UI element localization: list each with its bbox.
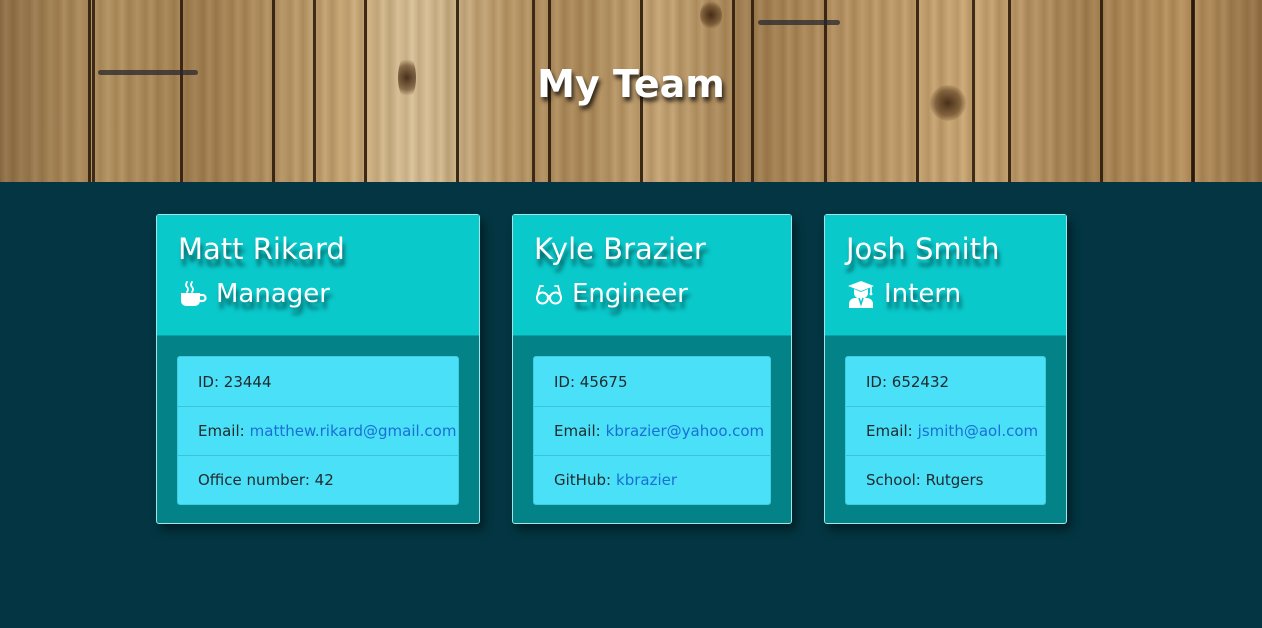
email-label: Email: [198,422,245,440]
card-body: ID: 652432 Email: jsmith@aol.com School:… [825,336,1066,525]
info-list: ID: 652432 Email: jsmith@aol.com School:… [845,356,1046,505]
employee-role-label: Manager [216,279,330,309]
info-list: ID: 23444 Email: matthew.rikard@gmail.co… [177,356,459,505]
email-link[interactable]: kbrazier@yahoo.com [606,422,764,440]
employee-role: Intern [846,278,1066,310]
employee-card-manager: Matt Rikard Manager ID: 23444 Email: mat… [156,214,480,524]
employee-role-label: Engineer [572,279,688,309]
github-row: GitHub: kbrazier [534,455,770,504]
card-header: Matt Rikard Manager [157,215,479,336]
employee-name: Kyle Brazier [534,232,706,266]
employee-id: ID: 45675 [554,372,628,391]
coffee-cup-icon [178,279,208,309]
employee-role: Manager [178,278,479,310]
employee-id: ID: 652432 [866,372,950,391]
github-label: GitHub: [554,471,612,489]
github-link[interactable]: kbrazier [616,471,677,489]
employee-card-intern: Josh Smith Intern ID: 652432 Email: jsmi… [824,214,1067,524]
info-list: ID: 45675 Email: kbrazier@yahoo.com GitH… [533,356,771,505]
employee-name: Josh Smith [846,232,1000,266]
school: School: Rutgers [846,455,1045,504]
employee-id: ID: 23444 [198,372,272,391]
header-banner: My Team [0,0,1262,182]
page-title: My Team [537,62,725,106]
wood-mark [758,20,840,25]
employee-card-engineer: Kyle Brazier Engineer ID: 45675 Email: k… [512,214,792,524]
graduate-icon [846,279,876,309]
card-body: ID: 45675 Email: kbrazier@yahoo.com GitH… [513,336,791,525]
email-label: Email: [554,422,601,440]
email-link[interactable]: matthew.rikard@gmail.com [250,422,457,440]
employee-role: Engineer [534,278,791,310]
employee-name: Matt Rikard [178,232,345,266]
employee-role-label: Intern [884,279,962,309]
office-number: Office number: 42 [178,455,458,504]
email-link[interactable]: jsmith@aol.com [918,422,1039,440]
employee-email-row: Email: jsmith@aol.com [846,406,1045,455]
employee-email-row: Email: matthew.rikard@gmail.com [178,406,458,455]
card-header: Kyle Brazier Engineer [513,215,791,336]
employee-email-row: Email: kbrazier@yahoo.com [534,406,770,455]
card-header: Josh Smith Intern [825,215,1066,336]
wood-knot [700,0,722,30]
glasses-icon [534,279,564,309]
card-body: ID: 23444 Email: matthew.rikard@gmail.co… [157,336,479,525]
email-label: Email: [866,422,913,440]
